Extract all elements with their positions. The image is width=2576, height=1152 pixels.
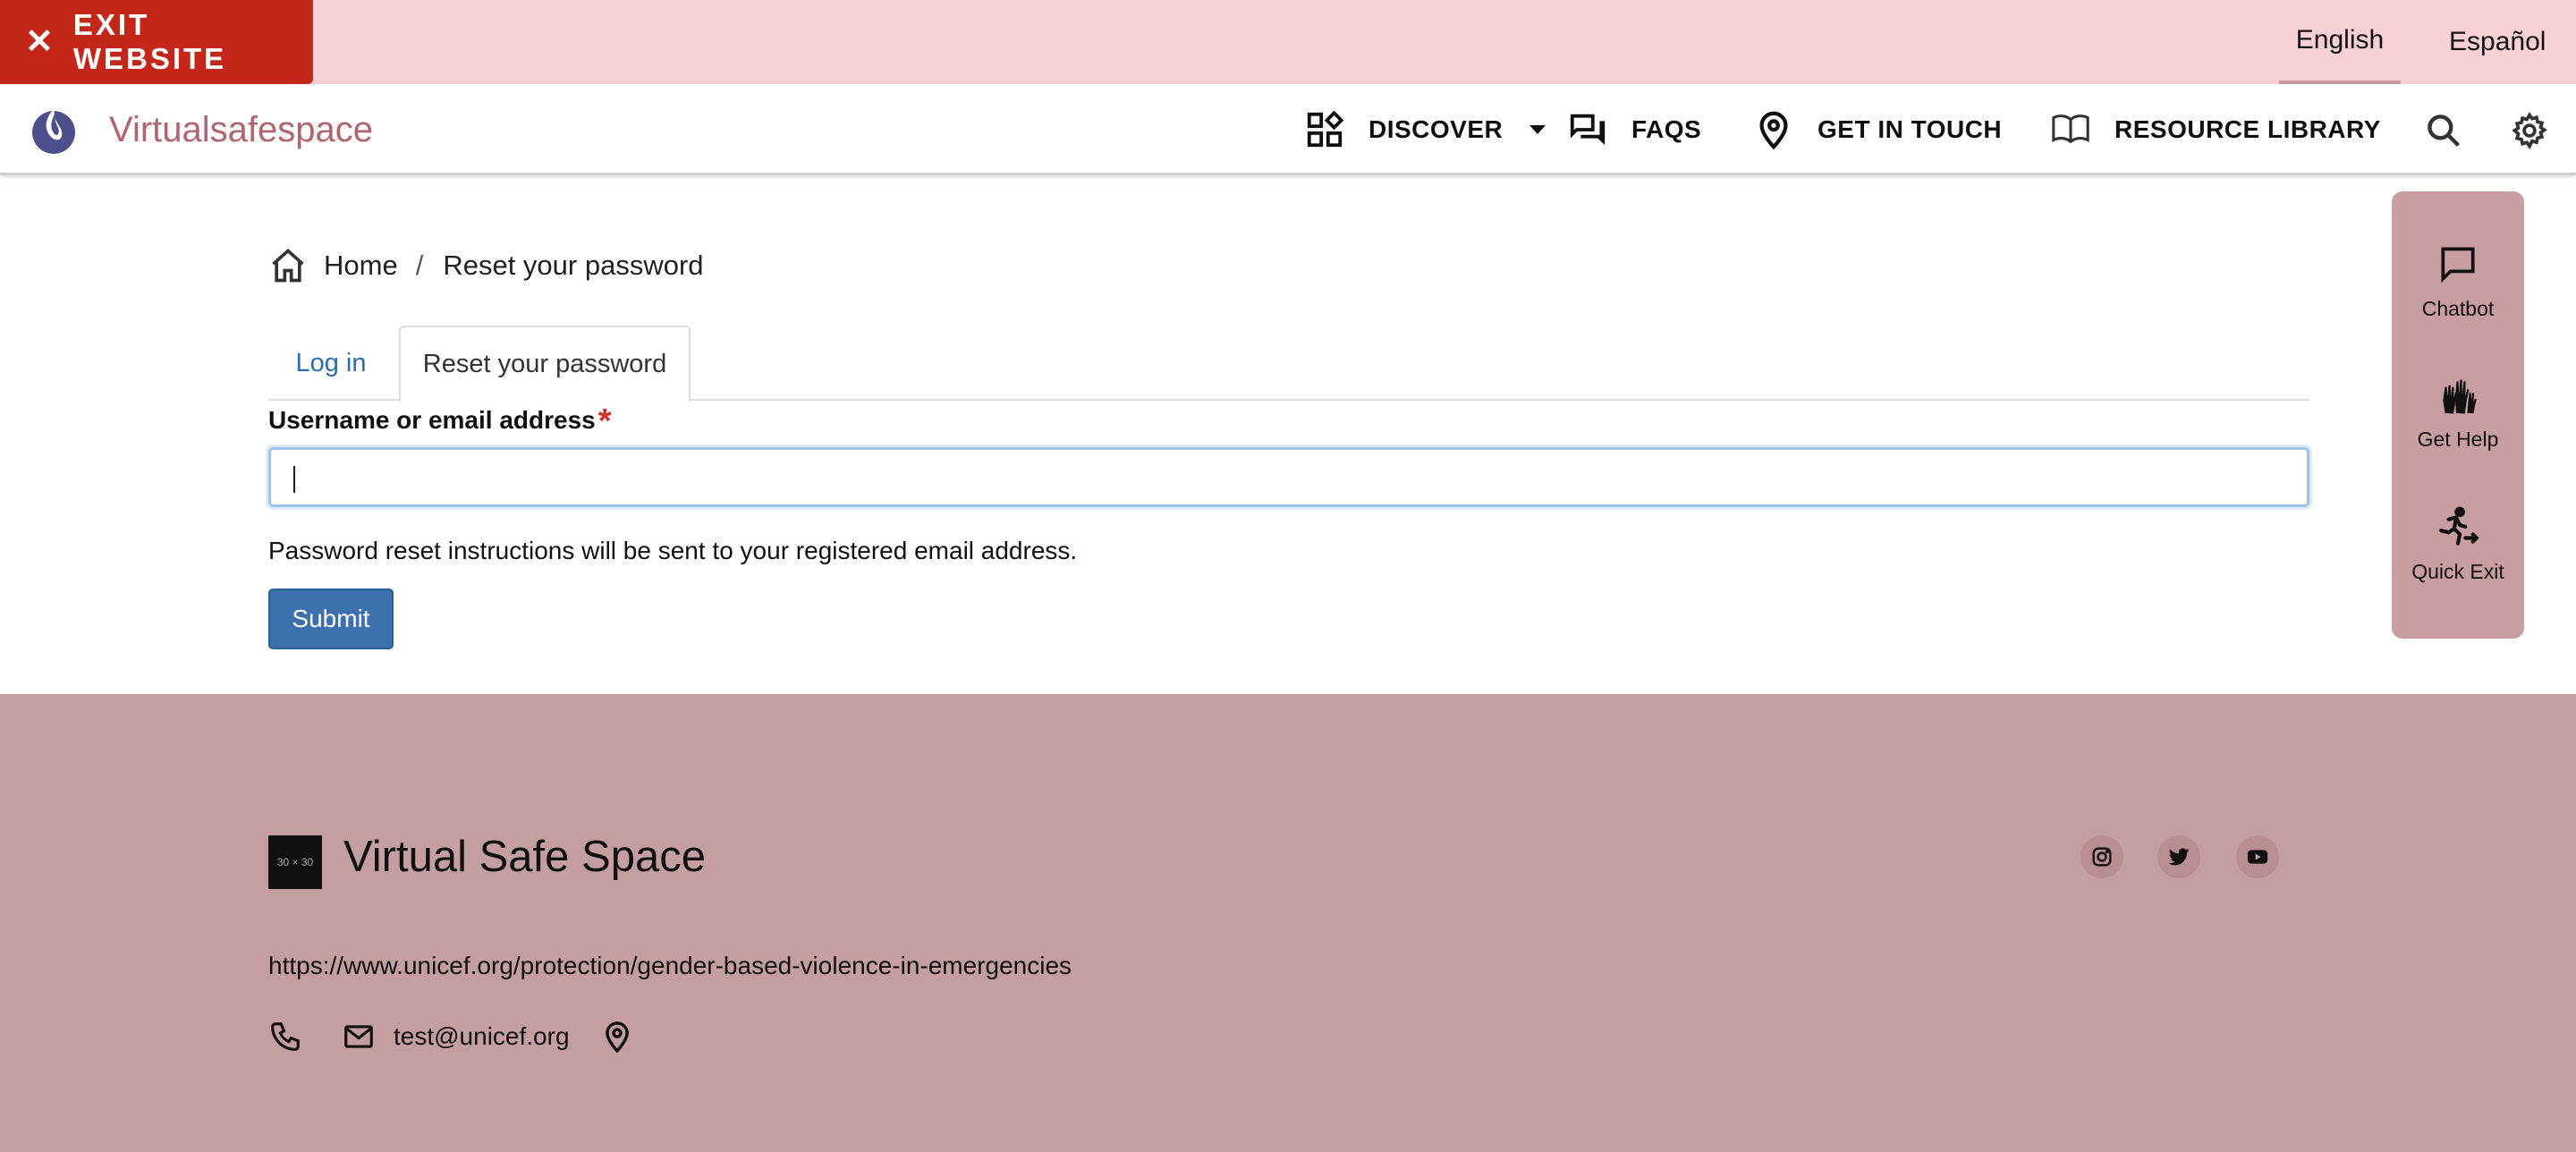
quick-exit-button[interactable]: Quick Exit — [2392, 504, 2524, 584]
site-brand-link[interactable]: Virtualsafespace — [109, 84, 373, 175]
footer-logo: 30 × 30 — [268, 835, 322, 889]
location-pin-icon — [1759, 111, 1788, 150]
instagram-link[interactable] — [2080, 835, 2123, 878]
language-english[interactable]: English — [2279, 0, 2401, 84]
quick-exit-label: Quick Exit — [2411, 560, 2504, 583]
running-exit-icon — [2439, 506, 2479, 546]
close-icon: ✕ — [25, 23, 54, 61]
youtube-icon — [2247, 850, 2268, 864]
tab-log-in[interactable]: Log in — [268, 326, 394, 401]
footer-email-link[interactable]: test@unicef.org — [394, 1022, 570, 1051]
raised-hands-icon — [2443, 379, 2477, 414]
nav-get-in-touch[interactable]: GET IN TOUCH — [1753, 84, 2002, 175]
nav-get-in-touch-label: GET IN TOUCH — [1818, 115, 2003, 143]
get-help-button[interactable]: Get Help — [2392, 372, 2524, 452]
exit-website-label: EXIT WEBSITE — [72, 8, 227, 75]
breadcrumb-home-link[interactable]: Home — [324, 250, 398, 282]
mail-icon — [344, 1025, 373, 1048]
username-label-text: Username or email address — [268, 406, 596, 434]
exit-website-button[interactable]: ✕ EXIT WEBSITE — [0, 0, 313, 84]
side-quick-panel: Chatbot Get Help Quick Exit — [2392, 191, 2524, 639]
tab-reset-password[interactable]: Reset your password — [399, 326, 691, 402]
discover-icon — [1307, 110, 1344, 148]
site-footer: 30 × 30 Virtual Safe Space https://www.u… — [0, 694, 2576, 1152]
footer-url-link[interactable]: https://www.unicef.org/protection/gender… — [268, 952, 1072, 980]
nav-discover[interactable]: DISCOVER — [1304, 84, 1546, 175]
footer-title: Virtual Safe Space — [343, 833, 706, 881]
reset-help-text: Password reset instructions will be sent… — [268, 537, 1078, 564]
username-field-label: Username or email address* — [268, 402, 612, 441]
top-banner: ✕ EXIT WEBSITE English Español — [0, 0, 2576, 84]
breadcrumb: Home / Reset your password — [268, 243, 704, 288]
text-cursor — [293, 466, 295, 493]
search-icon[interactable] — [2424, 111, 2463, 150]
youtube-link[interactable] — [2236, 835, 2279, 878]
get-help-label: Get Help — [2417, 428, 2499, 451]
gear-icon[interactable] — [2510, 111, 2549, 150]
forum-icon — [1570, 114, 1606, 146]
instagram-icon — [2092, 847, 2112, 867]
book-icon — [2052, 114, 2089, 144]
chatbot-button[interactable]: Chatbot — [2392, 241, 2524, 321]
required-marker: * — [597, 402, 612, 440]
language-espanol[interactable]: Español — [2449, 0, 2546, 84]
breadcrumb-current: Reset your password — [443, 250, 704, 281]
breadcrumb-separator: / — [415, 250, 424, 281]
chat-icon — [2441, 247, 2475, 284]
nav-resource-library-label: RESOURCE LIBRARY — [2114, 115, 2381, 143]
phone-icon[interactable] — [268, 1020, 302, 1054]
footer-contact: test@unicef.org — [268, 1016, 634, 1057]
input-cursor-wrapper — [268, 447, 2309, 507]
twitter-icon — [2168, 848, 2190, 866]
site-logo-icon[interactable] — [29, 102, 79, 157]
home-icon[interactable] — [268, 246, 308, 285]
auth-tabs: Log in Reset your password — [268, 326, 2309, 402]
nav-resource-library[interactable]: RESOURCE LIBRARY — [2050, 84, 2381, 175]
location-pin-icon[interactable] — [600, 1020, 634, 1054]
twitter-link[interactable] — [2157, 835, 2200, 878]
submit-button[interactable]: Submit — [268, 589, 394, 649]
nav-faqs[interactable]: FAQS — [1567, 84, 1701, 175]
nav-discover-label: DISCOVER — [1368, 115, 1504, 143]
nav-faqs-label: FAQS — [1631, 115, 1702, 143]
chatbot-label: Chatbot — [2421, 297, 2495, 320]
chevron-down-icon[interactable] — [1530, 125, 1546, 134]
site-header: Virtualsafespace DISCOVER FAQS GET IN TO… — [0, 84, 2576, 175]
